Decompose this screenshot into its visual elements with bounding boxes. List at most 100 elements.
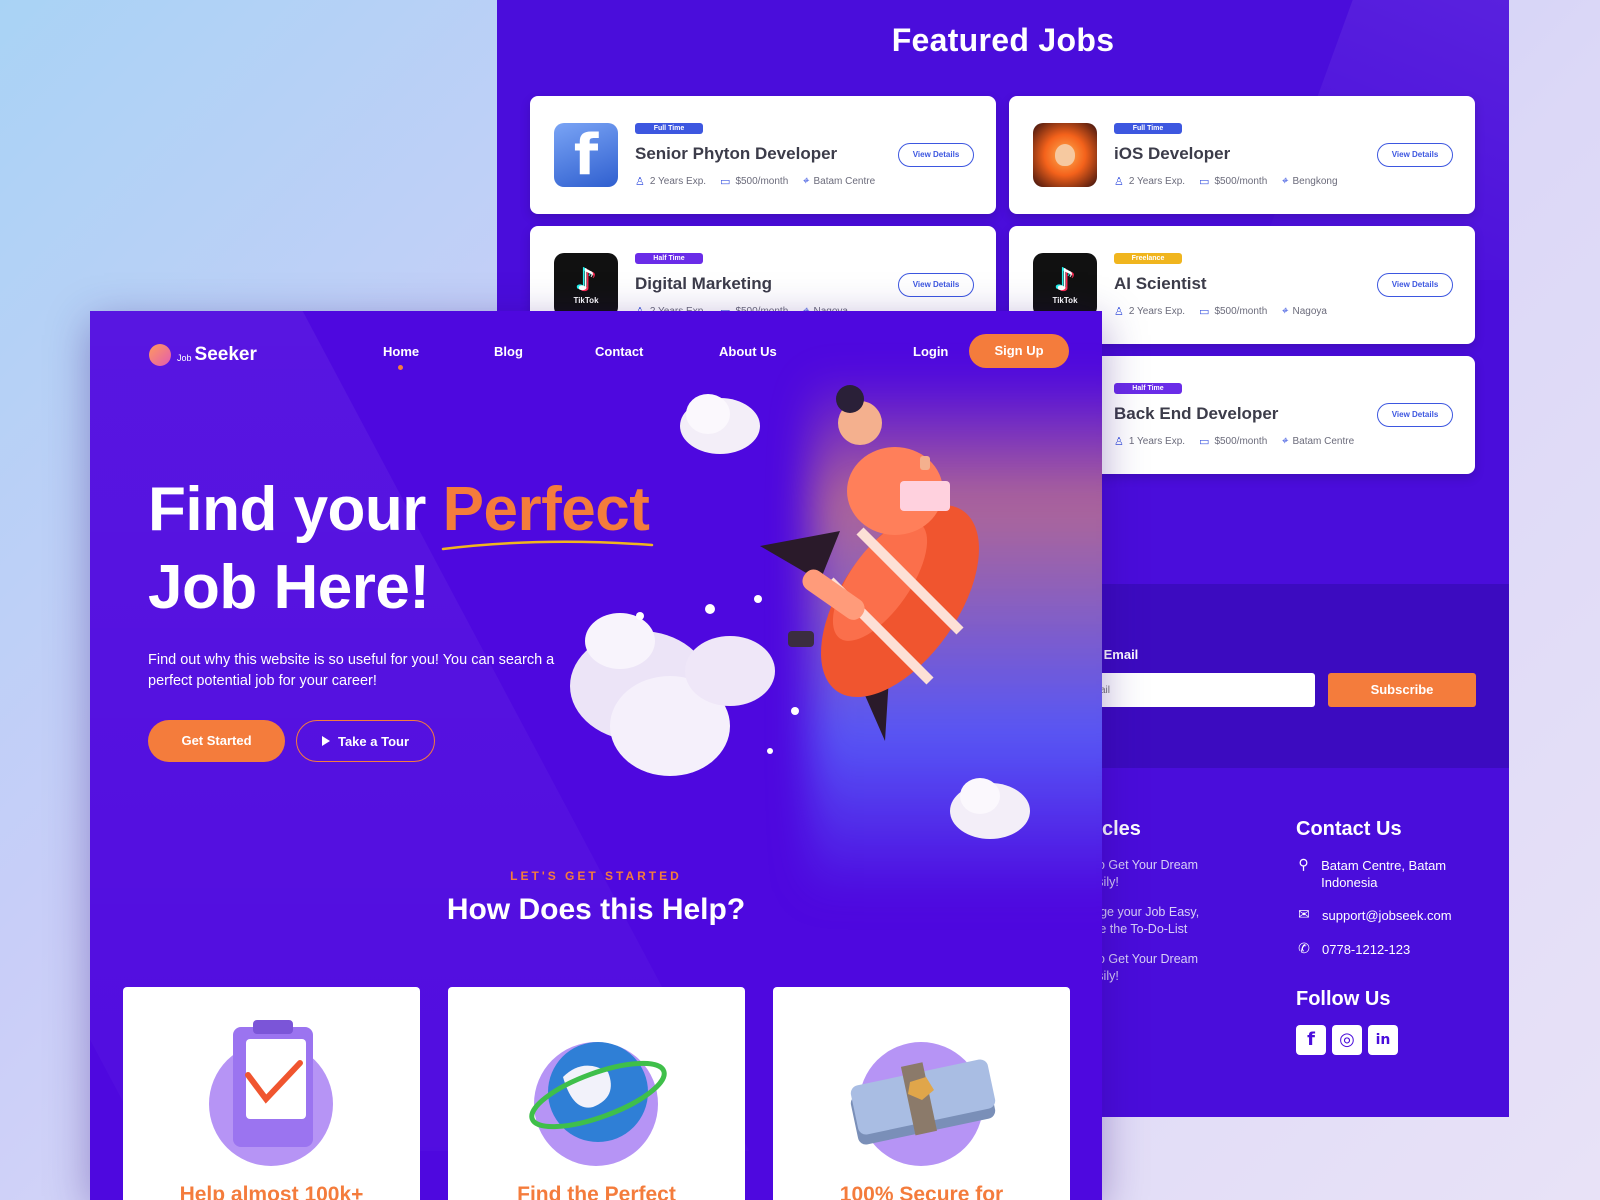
job-location: Bengkong bbox=[1292, 175, 1338, 187]
feature-card: 100% Secure for bbox=[773, 987, 1070, 1200]
nav-about-us[interactable]: About Us bbox=[719, 344, 777, 359]
section-eyebrow: LET'S GET STARTED bbox=[510, 869, 682, 883]
phone-text[interactable]: 0778-1212-123 bbox=[1322, 941, 1410, 958]
location-pin-icon: ⚲ bbox=[1298, 857, 1309, 873]
view-details-button[interactable]: View Details bbox=[898, 143, 974, 167]
clipboard-icon bbox=[233, 1020, 313, 1147]
view-details-button[interactable]: View Details bbox=[1377, 143, 1453, 167]
logo-mark-icon bbox=[149, 344, 171, 366]
brand-big: Seeker bbox=[194, 344, 257, 365]
job-type-badge: Half Time bbox=[635, 253, 703, 264]
job-experience: 2 Years Exp. bbox=[1128, 305, 1186, 317]
highlight-underline bbox=[441, 540, 654, 551]
feature-title: Find the Perfect bbox=[517, 1183, 676, 1200]
job-salary: $500/month bbox=[1214, 175, 1268, 187]
job-title[interactable]: Senior Phyton Developer bbox=[635, 144, 837, 164]
job-location: Nagoya bbox=[1292, 305, 1327, 317]
nav-contact[interactable]: Contact bbox=[595, 344, 643, 359]
contact-title: Contact Us bbox=[1296, 818, 1402, 840]
view-details-button[interactable]: View Details bbox=[1377, 273, 1453, 297]
active-nav-indicator bbox=[398, 365, 403, 370]
brand-logo[interactable]: Job Seeker bbox=[149, 344, 257, 366]
job-salary: $500/month bbox=[1214, 305, 1268, 317]
feature-title: Help almost 100k+ bbox=[179, 1183, 364, 1200]
job-card[interactable]: Full Time iOS Developer ♙ 2 Years Exp. ▭ $… bbox=[1009, 96, 1475, 214]
hero-line-1: Find your bbox=[148, 475, 443, 544]
brand-small: Job bbox=[177, 353, 192, 363]
mail-icon: ✉ bbox=[1298, 907, 1310, 923]
job-meta: ♙ 2 Years Exp. ▭ $500/month ⌖ Bengkong bbox=[1114, 174, 1338, 188]
sign-up-button[interactable]: Sign Up bbox=[969, 334, 1069, 368]
job-card[interactable]: f Full Time Senior Phyton Developer ♙ 2 Y… bbox=[530, 96, 996, 214]
job-type-badge: Full Time bbox=[1114, 123, 1182, 134]
take-a-tour-button[interactable]: Take a Tour bbox=[296, 720, 435, 762]
take-a-tour-label: Take a Tour bbox=[337, 733, 410, 749]
cash-stack-icon bbox=[850, 1059, 996, 1145]
email-input[interactable] bbox=[1077, 673, 1315, 707]
job-experience: 1 Years Exp. bbox=[1128, 435, 1186, 447]
instagram-icon[interactable]: ◎ bbox=[1332, 1025, 1362, 1055]
job-meta: ♙ 2 Years Exp. ▭ $500/month ⌖ Nagoya bbox=[1114, 304, 1327, 318]
phone-row[interactable]: ✆ 0778-1212-123 bbox=[1296, 941, 1496, 958]
user-icon: ♙ bbox=[1114, 304, 1124, 318]
user-icon: ♙ bbox=[1114, 434, 1124, 448]
location-pin-icon: ⌖ bbox=[1281, 174, 1288, 187]
nav-home[interactable]: Home bbox=[383, 344, 419, 359]
hero-line-2: Job Here! bbox=[148, 553, 430, 622]
job-title[interactable]: iOS Developer bbox=[1114, 144, 1230, 164]
globe-icon bbox=[529, 1042, 667, 1142]
user-icon: ♙ bbox=[1114, 174, 1124, 188]
feature-title: 100% Secure for bbox=[839, 1183, 1004, 1200]
section-title: How Does this Help? bbox=[446, 893, 746, 926]
article-link[interactable]: range your Job Easy, eate the To-Do-List bbox=[1082, 904, 1232, 938]
linkedin-icon[interactable]: in bbox=[1368, 1025, 1398, 1055]
nav-blog[interactable]: Blog bbox=[494, 344, 523, 359]
location-pin-icon: ⌖ bbox=[1281, 434, 1288, 447]
job-experience: 2 Years Exp. bbox=[1128, 175, 1186, 187]
job-meta: ♙ 1 Years Exp. ▭ $500/month ⌖ Batam Centre bbox=[1114, 434, 1354, 448]
play-icon bbox=[321, 736, 330, 746]
article-link[interactable]: w to Get Your Dream Easily! bbox=[1082, 951, 1232, 985]
phone-icon: ✆ bbox=[1298, 941, 1310, 957]
job-salary: $500/month bbox=[1214, 435, 1268, 447]
view-details-button[interactable]: View Details bbox=[898, 273, 974, 297]
hero-highlight: Perfect bbox=[442, 475, 650, 544]
subscribe-button[interactable]: Subscribe bbox=[1328, 673, 1476, 707]
job-type-badge: Freelance bbox=[1114, 253, 1182, 264]
job-title[interactable]: AI Scientist bbox=[1114, 274, 1207, 294]
tiktok-logo-icon: ♪ TikTok bbox=[1033, 253, 1097, 317]
job-salary: $500/month bbox=[735, 175, 789, 187]
money-icon: ▭ bbox=[720, 174, 731, 188]
job-experience: 2 Years Exp. bbox=[649, 175, 707, 187]
tiktok-logo-icon: ♪ TikTok bbox=[554, 253, 618, 317]
money-icon: ▭ bbox=[1199, 304, 1210, 318]
job-type-badge: Full Time bbox=[635, 123, 703, 134]
view-details-button[interactable]: View Details bbox=[1377, 403, 1453, 427]
location-pin-icon: ⌖ bbox=[1281, 304, 1288, 317]
facebook-logo-icon: f bbox=[554, 123, 618, 188]
email-row[interactable]: ✉ support@jobseek.com bbox=[1296, 907, 1496, 924]
feature-card: Help almost 100k+ bbox=[123, 987, 420, 1200]
landing-page: Job Seeker Home Blog Contact About Us Lo… bbox=[90, 311, 1102, 1200]
job-title[interactable]: Back End Developer bbox=[1114, 404, 1278, 424]
location-pin-icon: ⌖ bbox=[802, 174, 809, 187]
job-title[interactable]: Digital Marketing bbox=[635, 274, 772, 294]
email-text[interactable]: support@jobseek.com bbox=[1322, 907, 1452, 924]
job-meta: ♙ 2 Years Exp. ▭ $500/month ⌖ Batam Centre bbox=[635, 174, 875, 188]
follow-title: Follow Us bbox=[1296, 988, 1391, 1010]
login-link[interactable]: Login bbox=[913, 344, 948, 359]
address-text: Batam Centre, Batam Indonesia bbox=[1321, 858, 1447, 890]
user-icon: ♙ bbox=[635, 174, 645, 188]
money-icon: ▭ bbox=[1199, 174, 1210, 188]
article-link[interactable]: w to Get Your Dream Easily! bbox=[1082, 857, 1232, 891]
featured-jobs-title: Featured Jobs bbox=[891, 22, 1115, 58]
facebook-icon[interactable]: f bbox=[1296, 1025, 1326, 1055]
address-row: ⚲ Batam Centre, Batam Indonesia bbox=[1296, 857, 1496, 891]
get-started-button[interactable]: Get Started bbox=[148, 720, 285, 762]
money-icon: ▭ bbox=[1199, 434, 1210, 448]
hero-description: Find out why this website is so useful f… bbox=[148, 652, 555, 689]
feature-card: Find the Perfect bbox=[448, 987, 745, 1200]
job-location: Batam Centre bbox=[813, 175, 876, 187]
job-location: Batam Centre bbox=[1292, 435, 1355, 447]
job-type-badge: Half Time bbox=[1114, 383, 1182, 394]
